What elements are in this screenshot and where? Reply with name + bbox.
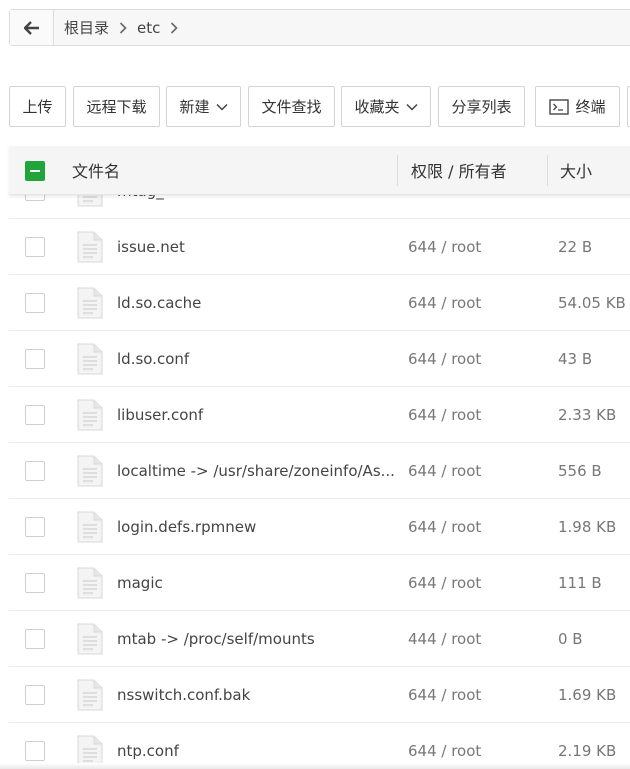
file-size: 111 B <box>558 573 602 592</box>
chevron-down-icon <box>215 103 228 111</box>
file-name[interactable]: issue.net <box>117 238 185 256</box>
row-checkbox[interactable] <box>25 628 45 649</box>
row-checkbox[interactable] <box>25 684 45 705</box>
file-icon <box>77 195 103 207</box>
file-icon <box>77 511 103 543</box>
file-name[interactable]: ld.so.cache <box>117 294 201 312</box>
column-header-size[interactable]: 大小 <box>560 146 592 194</box>
file-table-header: 文件名 权限 / 所有者 大小 <box>9 146 630 195</box>
file-icon <box>77 399 103 431</box>
arrow-left-icon <box>23 20 39 35</box>
file-name[interactable]: mtab -> /proc/self/mounts <box>117 630 315 648</box>
file-name[interactable]: nsswitch.conf.bak <box>117 686 250 704</box>
table-row[interactable]: libuser.conf 644 / root 2.33 KB <box>9 387 630 443</box>
file-size: 2.19 KB <box>558 741 617 760</box>
table-row[interactable]: nsswitch.conf.bak 644 / root 1.69 KB <box>9 667 630 723</box>
file-icon <box>77 455 103 487</box>
file-size: 43 B <box>558 349 593 368</box>
file-size: 54.05 KB <box>558 293 626 312</box>
file-permission[interactable]: 644 / root <box>408 238 481 256</box>
file-icon <box>77 623 103 655</box>
file-name[interactable]: mtag_ <box>117 195 164 200</box>
column-header-permission[interactable]: 权限 / 所有者 <box>411 146 507 194</box>
file-permission[interactable]: 644 / root <box>408 686 481 704</box>
row-checkbox[interactable] <box>25 404 45 425</box>
upload-button[interactable]: 上传 <box>9 86 66 127</box>
favorites-dropdown-button[interactable]: 收藏夹 <box>341 86 431 127</box>
breadcrumb-root[interactable]: 根目录 <box>64 17 109 38</box>
file-size: 0 B <box>558 629 583 648</box>
chevron-right-icon <box>170 21 179 34</box>
file-size: 22 B <box>558 237 593 256</box>
table-row[interactable]: magic 644 / root 111 B <box>9 555 630 611</box>
select-all-checkbox[interactable] <box>25 161 45 181</box>
file-icon <box>77 231 103 263</box>
chevron-right-icon <box>119 21 127 34</box>
row-checkbox[interactable] <box>25 460 45 481</box>
file-name[interactable]: libuser.conf <box>117 406 203 424</box>
terminal-button[interactable]: 终端 <box>535 86 620 127</box>
file-size: 2.33 KB <box>558 405 617 424</box>
column-divider <box>547 155 548 186</box>
new-dropdown-button[interactable]: 新建 <box>166 86 241 127</box>
file-permission[interactable]: 644 / root <box>408 294 481 312</box>
file-icon <box>77 735 103 767</box>
row-checkbox[interactable] <box>25 348 45 369</box>
table-row[interactable]: login.defs.rpmnew 644 / root 1.98 KB <box>9 499 630 555</box>
row-checkbox[interactable] <box>25 516 45 537</box>
file-size: 1.69 KB <box>558 685 617 704</box>
file-icon <box>77 287 103 319</box>
chevron-down-icon <box>405 103 418 111</box>
column-divider <box>397 155 398 186</box>
table-row[interactable]: issue.net 644 / root 22 B <box>9 219 630 275</box>
row-checkbox[interactable] <box>25 572 45 593</box>
terminal-label: 终端 <box>575 98 606 116</box>
breadcrumb-etc[interactable]: etc <box>137 19 160 37</box>
column-header-name[interactable]: 文件名 <box>72 146 120 194</box>
file-permission[interactable]: 444 / root <box>408 630 481 648</box>
file-table-body: mtag_ issue.net 644 / root 22 B ld.so.cache 6… <box>9 195 630 769</box>
terminal-icon <box>549 98 570 115</box>
table-row[interactable]: mtab -> /proc/self/mounts 444 / root 0 B <box>9 611 630 667</box>
file-icon <box>77 567 103 599</box>
file-permission[interactable]: 644 / root <box>408 574 481 592</box>
row-checkbox[interactable] <box>25 292 45 313</box>
new-label: 新建 <box>179 98 210 116</box>
row-checkbox[interactable] <box>25 195 45 201</box>
file-permission[interactable]: 644 / root <box>408 518 481 536</box>
share-list-label: 分享列表 <box>451 98 512 116</box>
file-icon <box>77 343 103 375</box>
file-search-button[interactable]: 文件查找 <box>248 86 335 127</box>
file-name[interactable]: login.defs.rpmnew <box>117 518 256 536</box>
table-row[interactable]: mtag_ <box>9 195 630 219</box>
share-list-button[interactable]: 分享列表 <box>438 86 525 127</box>
file-name[interactable]: magic <box>117 574 163 592</box>
breadcrumb: 根目录 etc <box>9 9 630 46</box>
file-icon <box>77 679 103 711</box>
file-name[interactable]: ld.so.conf <box>117 350 189 368</box>
remote-download-label: 远程下载 <box>86 98 147 116</box>
file-permission[interactable]: 644 / root <box>408 462 481 480</box>
file-name[interactable]: localtime -> /usr/share/zoneinfo/As... <box>117 462 395 480</box>
favorites-label: 收藏夹 <box>354 98 400 116</box>
table-row[interactable]: ld.so.conf 644 / root 43 B <box>9 331 630 387</box>
file-permission[interactable]: 644 / root <box>408 350 481 368</box>
file-permission[interactable]: 644 / root <box>408 742 481 760</box>
bottom-scroll-shadow <box>0 763 630 769</box>
file-size: 556 B <box>558 461 602 480</box>
file-search-label: 文件查找 <box>261 98 322 116</box>
back-button[interactable] <box>10 10 54 45</box>
file-permission[interactable]: 644 / root <box>408 406 481 424</box>
file-size: 1.98 KB <box>558 517 617 536</box>
upload-label: 上传 <box>22 98 53 116</box>
row-checkbox[interactable] <box>25 236 45 257</box>
remote-download-button[interactable]: 远程下载 <box>73 86 160 127</box>
row-checkbox[interactable] <box>25 740 45 761</box>
table-row[interactable]: localtime -> /usr/share/zoneinfo/As... 64… <box>9 443 630 499</box>
file-name[interactable]: ntp.conf <box>117 742 179 760</box>
table-row[interactable]: ld.so.cache 644 / root 54.05 KB <box>9 275 630 331</box>
